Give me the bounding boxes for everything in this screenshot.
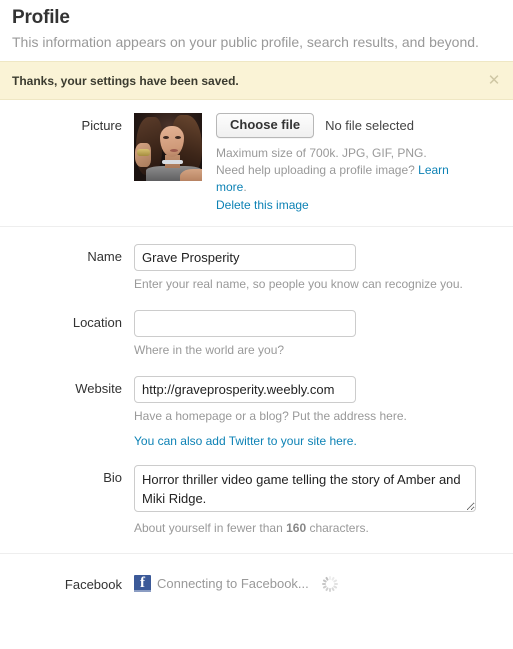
bio-label: Bio (103, 470, 122, 485)
picture-size-hint: Maximum size of 700k. JPG, GIF, PNG. (216, 146, 427, 160)
loading-spinner-icon (321, 575, 338, 592)
field-row-website: Website Have a homepage or a blog? Put t… (0, 359, 513, 448)
delete-image-link[interactable]: Delete this image (216, 198, 309, 212)
flash-notice-message: Thanks, your settings have been saved. (12, 73, 239, 88)
field-row-bio: Bio Horror thriller video game telling t… (0, 448, 513, 553)
website-input[interactable] (134, 376, 356, 403)
facebook-connect-status: Connecting to Facebook... (134, 572, 501, 592)
add-twitter-link[interactable]: You can also add Twitter to your site he… (134, 434, 357, 448)
field-row-location: Location Where in the world are you? (0, 293, 513, 359)
field-row-facebook: Facebook Connecting to Facebook... (0, 554, 513, 592)
choose-file-button[interactable]: Choose file (216, 113, 315, 138)
website-hint: Have a homepage or a blog? Put the addre… (134, 409, 407, 423)
profile-avatar-image (134, 113, 202, 181)
location-label: Location (72, 315, 122, 330)
name-label: Name (87, 249, 122, 264)
picture-help-hint: Need help uploading a profile image? Lea… (216, 163, 449, 194)
bio-char-limit: 160 (286, 521, 307, 535)
name-input[interactable] (134, 244, 356, 271)
website-label: Website (75, 381, 122, 396)
facebook-icon (134, 574, 151, 592)
location-hint: Where in the world are you? (134, 343, 285, 357)
picture-section: Picture Choose file No file selected Max… (0, 100, 513, 226)
close-icon[interactable]: ✕ (486, 72, 502, 89)
facebook-label: Facebook (64, 577, 122, 592)
picture-hints: Maximum size of 700k. JPG, GIF, PNG. Nee… (216, 145, 478, 214)
file-upload-row: Choose file No file selected (216, 113, 478, 138)
file-status-text: No file selected (325, 118, 414, 133)
flash-notice: Thanks, your settings have been saved. ✕ (0, 61, 513, 100)
name-hint: Enter your real name, so people you know… (134, 277, 463, 291)
picture-label: Picture (81, 118, 122, 133)
location-input[interactable] (134, 310, 356, 337)
facebook-status-text: Connecting to Facebook... (157, 576, 309, 591)
page-title: Profile (12, 7, 70, 28)
page-header: Profile This information appears on your… (0, 0, 513, 52)
field-row-picture: Picture Choose file No file selected Max… (0, 100, 513, 226)
bio-hint: About yourself in fewer than 160 charact… (134, 521, 369, 535)
field-row-name: Name Enter your real name, so people you… (0, 227, 513, 293)
bio-textarea[interactable]: Horror thriller video game telling the s… (134, 465, 476, 512)
page-subtitle: This information appears on your public … (12, 34, 479, 50)
